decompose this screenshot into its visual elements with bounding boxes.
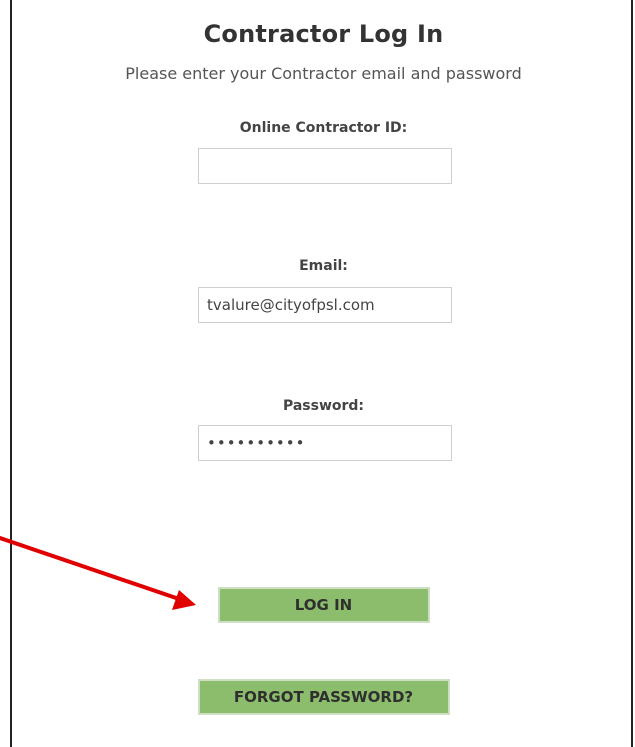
login-button-wrap: LOG IN	[12, 587, 635, 623]
forgot-password-button-wrap: FORGOT PASSWORD?	[12, 679, 635, 715]
login-button[interactable]: LOG IN	[217, 587, 430, 623]
contractor-id-input[interactable]	[198, 148, 452, 184]
forgot-password-button[interactable]: FORGOT PASSWORD?	[197, 679, 450, 715]
contractor-id-label: Online Contractor ID:	[239, 120, 408, 136]
password-input[interactable]	[198, 425, 452, 461]
page-title: Contractor Log In	[203, 20, 444, 48]
page-subtitle: Please enter your Contractor email and p…	[125, 64, 522, 83]
email-input[interactable]	[198, 287, 452, 323]
login-panel: Contractor Log In Please enter your Cont…	[10, 0, 633, 747]
email-label: Email:	[299, 258, 348, 274]
password-label: Password:	[282, 398, 365, 414]
